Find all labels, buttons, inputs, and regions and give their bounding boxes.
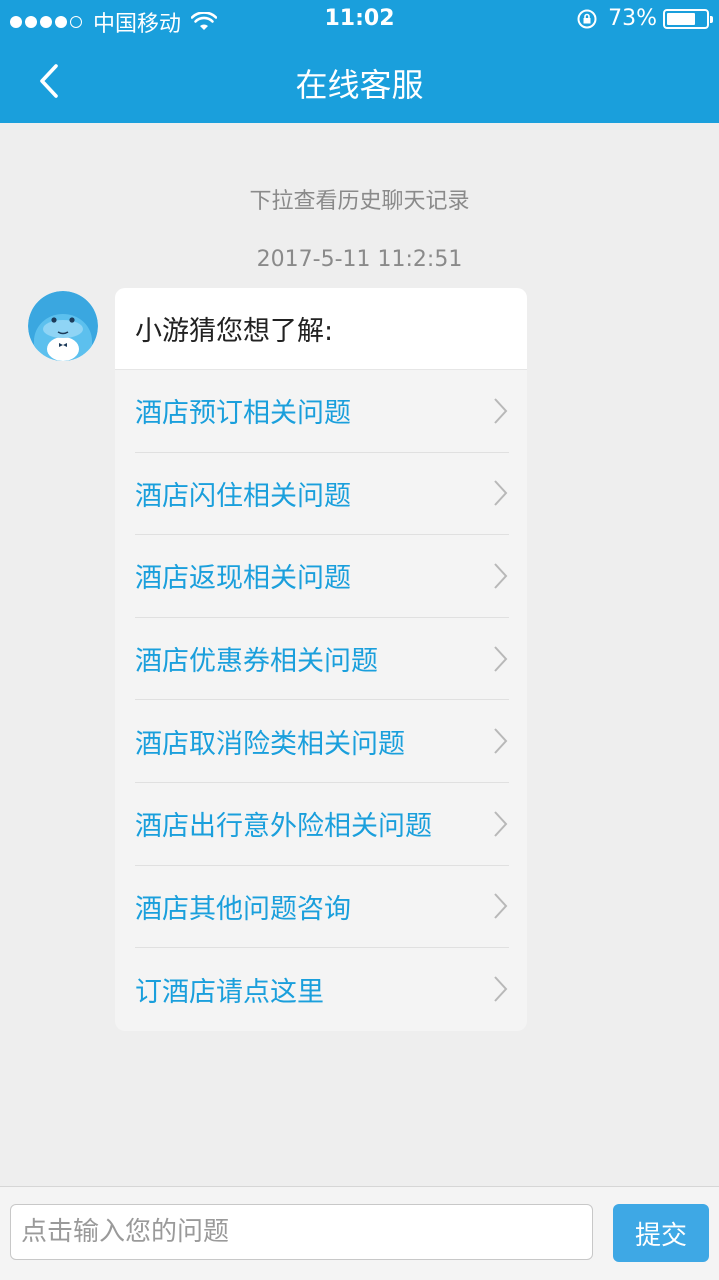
status-bar: 中国移动 11:02 73% — [0, 0, 719, 40]
chevron-right-icon — [494, 728, 508, 754]
battery-fill — [667, 12, 695, 25]
quick-question-item[interactable]: 酒店返现相关问题 — [135, 535, 509, 618]
quick-question-item[interactable]: 酒店预订相关问题 — [135, 370, 509, 453]
quick-question-item[interactable]: 酒店取消险类相关问题 — [135, 700, 509, 783]
dolphin-mascot-icon — [28, 291, 98, 361]
chevron-right-icon — [494, 645, 508, 672]
history-hint: 下拉查看历史聊天记录 — [249, 189, 470, 214]
quick-question-item[interactable]: 酒店出行意外险相关问题 — [135, 783, 509, 866]
chevron-right-icon — [494, 976, 508, 1003]
chevron-right-icon — [494, 811, 508, 837]
page-title: 在线客服 — [295, 66, 424, 104]
chat-area[interactable]: 下拉查看历史聊天记录 2017-5-11 11:2:51 小游猜您想了解: 酒店… — [0, 123, 719, 1186]
rotation-lock-icon — [577, 9, 597, 28]
nav-bar: 在线客服 — [0, 40, 719, 123]
quick-question-item[interactable]: 酒店其他问题咨询 — [135, 866, 509, 949]
battery-percent: 73% — [608, 6, 657, 31]
avatar — [28, 291, 98, 361]
quick-question-item[interactable]: 酒店闪住相关问题 — [135, 453, 509, 536]
quick-question-list: 酒店预订相关问题 酒店闪住相关问题 酒店返现相关问题 酒店优惠券相关问题 酒店取… — [115, 370, 527, 1031]
chevron-right-icon — [494, 893, 508, 920]
message-greeting: 小游猜您想了解: — [115, 288, 527, 370]
quick-question-label: 酒店闪住相关问题 — [135, 480, 351, 512]
message-timestamp: 2017-5-11 11:2:51 — [256, 247, 463, 272]
quick-question-item[interactable]: 酒店优惠券相关问题 — [135, 618, 509, 701]
quick-question-label: 订酒店请点这里 — [135, 976, 324, 1008]
chevron-right-icon — [494, 398, 508, 424]
quick-question-label: 酒店返现相关问题 — [135, 563, 351, 595]
question-input[interactable] — [10, 1204, 593, 1260]
input-bar: 提交 — [0, 1186, 719, 1280]
quick-question-label: 酒店优惠券相关问题 — [135, 646, 378, 678]
quick-question-label: 酒店预订相关问题 — [135, 398, 351, 430]
battery-icon — [663, 8, 713, 29]
submit-button[interactable]: 提交 — [613, 1204, 709, 1262]
message-bubble: 小游猜您想了解: 酒店预订相关问题 酒店闪住相关问题 酒店返现相关问题 酒店优惠… — [115, 288, 527, 1031]
quick-question-label: 酒店取消险类相关问题 — [135, 728, 405, 760]
quick-question-item[interactable]: 订酒店请点这里 — [135, 948, 509, 1031]
quick-question-label: 酒店其他问题咨询 — [135, 893, 351, 925]
chevron-right-icon — [494, 563, 508, 589]
quick-question-label: 酒店出行意外险相关问题 — [135, 811, 432, 843]
status-right: 73% — [576, 6, 713, 31]
chevron-right-icon — [494, 480, 508, 507]
